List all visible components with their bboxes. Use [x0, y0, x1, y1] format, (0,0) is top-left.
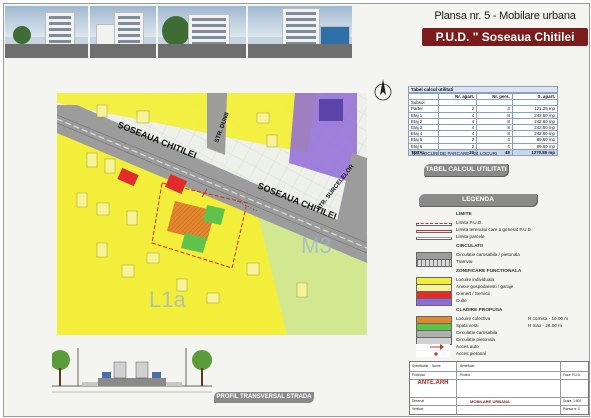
photo-street-view-2 — [90, 6, 156, 58]
street-profile-drawing — [52, 348, 212, 393]
legend-swatch — [416, 298, 452, 306]
legend-item-label: Circulatie carosabila — [456, 330, 498, 335]
tb-proiectat: Proiectat — [412, 373, 425, 377]
company-logo: ANTE.ARH — [414, 380, 452, 386]
zone-label-m3: M3 — [301, 233, 332, 258]
table-caption: Tabel calcul utilitati — [408, 86, 558, 93]
plan-sheet: Plansa nr. 5 - Mobilare urbana P.U.D. " … — [3, 3, 590, 417]
tabel-calcul-banner: TABEL CALCUL UTILITATI — [424, 164, 508, 176]
tb-specificatie: Specificatie — [412, 364, 429, 368]
legend-height-note: H max - 26.00 m — [528, 323, 562, 328]
legend-item-label: Acces pietonal — [456, 351, 486, 356]
zone-label-l1a: L1a — [149, 287, 186, 312]
legend-heading: ZONIFICARE FUNCTIONALA — [456, 269, 522, 274]
legend-item-label: Anexe gospodaresti / garaje — [456, 284, 514, 289]
tb-desenat: Desenat — [412, 399, 424, 403]
legend-item-label: Locuire individuala — [456, 277, 495, 282]
photo-street-view-4 — [248, 6, 352, 58]
north-arrow-icon — [374, 79, 392, 101]
site-plan-drawing: SOSEAUA CHITILEI SOSEAUA CHITILEI STR. D… — [57, 93, 367, 335]
legend-swatch — [416, 351, 450, 357]
legend-swatch — [416, 344, 450, 350]
tb-faza: Faza: P.U.D. — [563, 373, 581, 377]
tb-nume: Nume — [432, 364, 441, 368]
tb-proiect: Proiect: — [460, 373, 471, 377]
legend-swatch — [416, 259, 452, 267]
legend-item-label: Limita parcele — [456, 234, 485, 239]
legend-swatch — [416, 237, 452, 240]
legend-item-label: Limita terenului care a generat P.U.D. — [456, 227, 533, 232]
legend-item-label: Comert / Servicii — [456, 291, 490, 296]
legend-item-label: Tramvai — [456, 259, 473, 264]
legend-item-label: Acces auto — [456, 344, 479, 349]
legend-item-label: Circulatie carosabila / pietonala — [456, 252, 520, 257]
legend-item-label: Spatii verzi — [456, 323, 479, 328]
legend-heading: CIRCULATII — [456, 244, 483, 249]
parking-count: NR. LOCURI DE PARCARE - 24 LOCURI — [412, 151, 498, 156]
utilities-calc-table: Tabel calcul utilitati Nr. apart. Nr. per… — [407, 86, 559, 157]
photo-street-view-3 — [158, 6, 246, 58]
photo-street-view-1 — [5, 6, 88, 58]
tb-scara: Scara: 1:500 — [563, 399, 582, 403]
site-plan-map[interactable]: SOSEAUA CHITILEI SOSEAUA CHITILEI STR. D… — [57, 93, 367, 335]
legend-height-note: H cornisa - 19.00 m — [528, 316, 569, 321]
legend-item-label: Circulatie pietonala — [456, 337, 496, 342]
profil-banner: PROFIL TRANSVERSAL STRADA — [214, 392, 314, 403]
legend-heading: CLADIRE PROPUSA — [456, 308, 503, 313]
legenda-banner: LEGENDA — [419, 194, 537, 206]
tb-beneficiar: Beneficiar: — [460, 364, 476, 368]
sheet-title: Plansa nr. 5 - Mobilare urbana — [434, 10, 576, 22]
legend-item-label: Locuire colectiva — [456, 316, 491, 321]
logo-text: ANTE.ARH — [417, 380, 449, 386]
legend-item-label: Culte — [456, 298, 467, 303]
legend-heading: LIMITE — [456, 212, 472, 217]
table-cell: 1270.85 mp — [511, 148, 559, 157]
tb-titlu-plansa: MOBILARE URBANA — [470, 399, 510, 404]
tb-plansa-nr: Plansa nr. 5 — [563, 407, 580, 411]
title-block: ANTE.ARH Specificatie Nume Proiectat Des… — [409, 361, 589, 415]
tb-verificat: Verificat — [412, 407, 424, 411]
legend-swatch — [416, 230, 452, 233]
project-title-banner: P.U.D. " Soseaua Chitilei — [422, 28, 588, 46]
legend-swatch — [416, 223, 452, 226]
legend-item-label: Limita P.U.D. — [456, 220, 483, 225]
legend: LIMITE Limita P.U.D. Limita terenului care… — [416, 212, 586, 358]
